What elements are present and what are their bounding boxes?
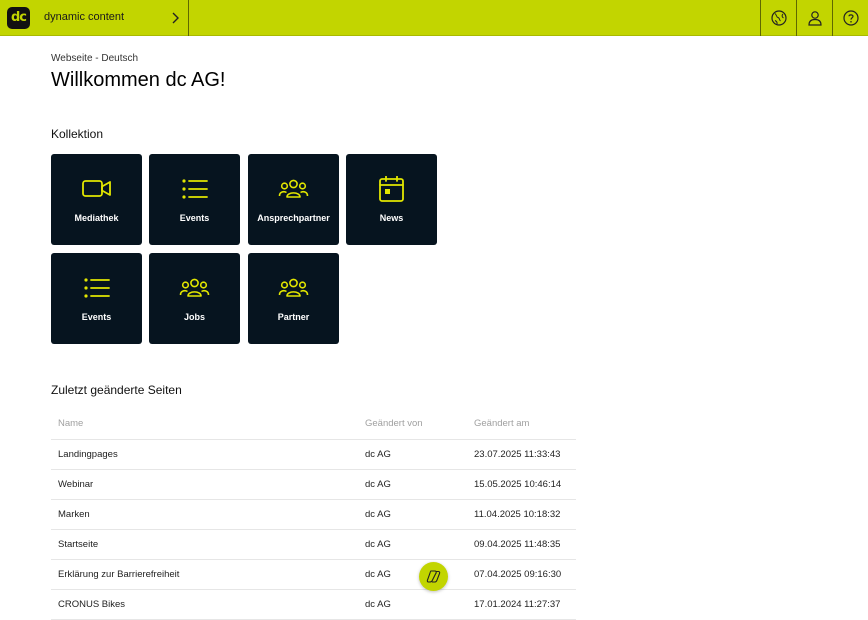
tile-events[interactable]: Events bbox=[149, 154, 240, 245]
people-icon bbox=[278, 179, 309, 198]
cell-changed-at: 09.04.2025 11:48:35 bbox=[474, 539, 561, 550]
top-bar: dc dynamic content bbox=[0, 0, 868, 36]
tile-label: Events bbox=[81, 312, 112, 322]
app-name: dynamic content bbox=[44, 11, 125, 23]
tile-mediathek[interactable]: Mediathek bbox=[51, 154, 142, 245]
tile-label: Jobs bbox=[183, 312, 205, 322]
people-icon bbox=[278, 278, 309, 297]
table-header: Name Geändert von Geändert am bbox=[51, 408, 576, 440]
column-header-name[interactable]: Name bbox=[58, 418, 83, 429]
cell-changed-by: dc AG bbox=[365, 479, 391, 490]
tile-label: Partner bbox=[277, 312, 310, 322]
globe-icon bbox=[771, 10, 787, 26]
table-row[interactable]: Webinar dc AG 15.05.2025 10:46:14 bbox=[51, 470, 576, 500]
cell-name: Webinar bbox=[58, 479, 94, 490]
column-header-changed-by[interactable]: Geändert von bbox=[365, 418, 423, 429]
cell-changed-at: 11.04.2025 10:18:32 bbox=[474, 509, 561, 520]
tile-label: Ansprechpartner bbox=[257, 213, 330, 223]
video-camera-icon bbox=[82, 180, 111, 197]
column-header-changed-at[interactable]: Geändert am bbox=[474, 418, 529, 429]
list-icon bbox=[84, 278, 110, 298]
dc-logo[interactable]: dc bbox=[7, 7, 30, 29]
user-icon bbox=[808, 11, 822, 26]
table-row[interactable]: CRONUS Bikes dc AG 17.01.2024 11:27:37 bbox=[51, 590, 576, 620]
cell-changed-at: 17.01.2024 11:27:37 bbox=[474, 599, 561, 610]
cell-name: Erklärung zur Barrierefreiheit bbox=[58, 569, 180, 580]
tile-jobs[interactable]: Jobs bbox=[149, 253, 240, 344]
cell-changed-at: 07.04.2025 09:16:30 bbox=[474, 569, 562, 580]
table-row[interactable]: Marken dc AG 11.04.2025 10:18:32 bbox=[51, 500, 576, 530]
page-title: Willkommen dc AG! bbox=[51, 69, 226, 91]
cell-name: Startseite bbox=[58, 539, 99, 550]
tile-events-2[interactable]: Events bbox=[51, 253, 142, 344]
cell-changed-by: dc AG bbox=[365, 569, 391, 580]
cell-changed-by: dc AG bbox=[365, 509, 391, 520]
table-row[interactable]: Landingpages dc AG 23.07.2025 11:33:43 bbox=[51, 440, 576, 470]
cell-changed-by: dc AG bbox=[365, 599, 391, 610]
app-switcher[interactable]: dynamic content bbox=[36, 0, 189, 36]
tile-label: Events bbox=[179, 213, 210, 223]
tile-ansprechpartner[interactable]: Ansprechpartner bbox=[248, 154, 339, 245]
calendar-icon bbox=[379, 176, 404, 202]
help-icon bbox=[843, 10, 859, 26]
chevron-right-icon bbox=[172, 12, 179, 24]
breadcrumb: Webseite - Deutsch bbox=[51, 53, 139, 64]
table-row[interactable]: Startseite dc AG 09.04.2025 11:48:35 bbox=[51, 530, 576, 560]
tile-label: Mediathek bbox=[74, 213, 119, 223]
tile-partner[interactable]: Partner bbox=[248, 253, 339, 344]
copilot-icon bbox=[426, 570, 441, 583]
recent-pages-table: Name Geändert von Geändert am Landingpag… bbox=[51, 408, 576, 620]
language-button[interactable] bbox=[760, 0, 796, 36]
tile-label: News bbox=[379, 213, 404, 223]
tile-news[interactable]: News bbox=[346, 154, 437, 245]
help-button[interactable] bbox=[832, 0, 868, 36]
list-icon bbox=[182, 179, 208, 199]
user-button[interactable] bbox=[796, 0, 832, 36]
cell-changed-by: dc AG bbox=[365, 449, 391, 460]
copilot-button[interactable] bbox=[419, 562, 448, 591]
cell-name: Marken bbox=[58, 509, 90, 520]
cell-name: CRONUS Bikes bbox=[58, 599, 126, 610]
people-icon bbox=[179, 278, 210, 297]
cell-name: Landingpages bbox=[58, 449, 118, 460]
recent-pages-heading: Zuletzt geänderte Seiten bbox=[51, 383, 182, 397]
collection-heading: Kollektion bbox=[51, 127, 104, 141]
cell-changed-at: 15.05.2025 10:46:14 bbox=[474, 479, 562, 490]
table-row[interactable]: Erklärung zur Barrierefreiheit dc AG 07.… bbox=[51, 560, 576, 590]
cell-changed-by: dc AG bbox=[365, 539, 391, 550]
cell-changed-at: 23.07.2025 11:33:43 bbox=[474, 449, 561, 460]
